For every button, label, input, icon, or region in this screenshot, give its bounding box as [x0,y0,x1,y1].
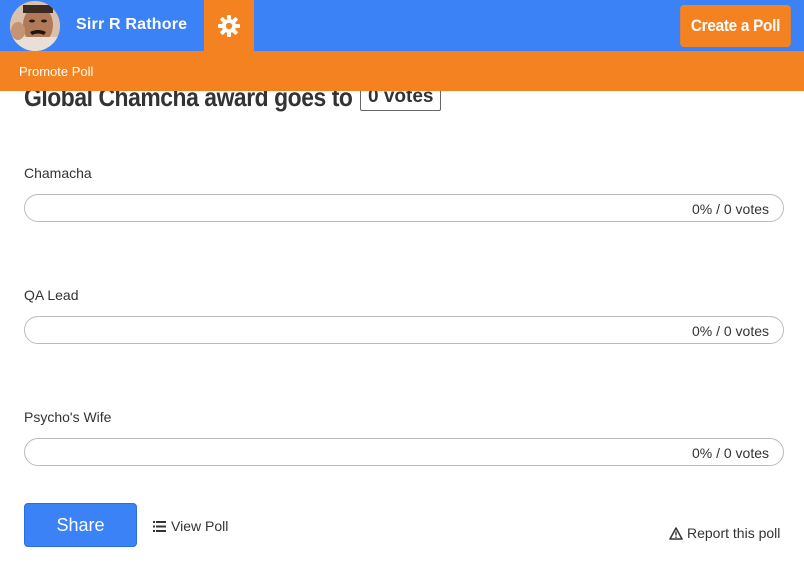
option-label: Psycho's Wife [24,409,112,425]
settings-button[interactable] [204,0,254,51]
promote-poll-link[interactable]: Promote Poll [19,64,93,79]
report-poll-label: Report this poll [687,525,781,541]
avatar-icon [10,1,60,51]
report-poll-link[interactable]: Report this poll [669,525,780,541]
option-result-text: 0% / 0 votes [691,323,769,339]
option-label: Chamacha [24,165,92,181]
option-result-bar[interactable]: 0% / 0 votes [24,194,784,222]
option-result-bar[interactable]: 0% / 0 votes [24,438,784,466]
warning-icon [669,526,683,540]
avatar[interactable] [10,1,60,51]
top-navbar: Sirr R Rathore Create a Poll [0,0,804,51]
username[interactable]: Sirr R Rathore [76,16,187,34]
option-result-bar[interactable]: 0% / 0 votes [24,316,784,344]
view-poll-link[interactable]: View Poll [153,518,228,534]
list-icon [153,520,166,532]
gear-icon [218,14,240,37]
option-result-text: 0% / 0 votes [691,201,769,217]
option-result-text: 0% / 0 votes [691,445,769,461]
promote-bar: Promote Poll [0,51,804,91]
share-button[interactable]: Share [24,503,137,547]
view-poll-label: View Poll [171,518,229,534]
create-poll-button[interactable]: Create a Poll [680,5,791,47]
option-label: QA Lead [24,287,79,303]
